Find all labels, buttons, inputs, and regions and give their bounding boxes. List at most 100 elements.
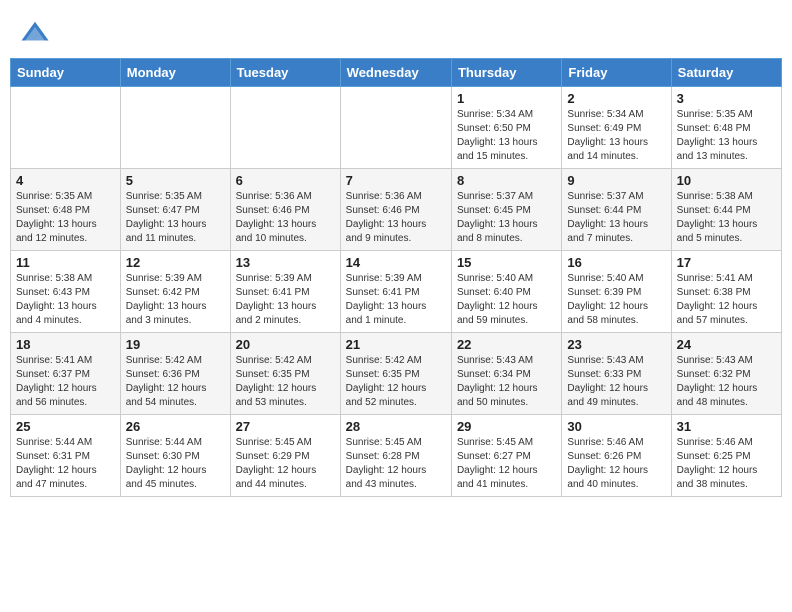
day-number: 14: [346, 255, 446, 270]
day-number: 4: [16, 173, 115, 188]
day-number: 30: [567, 419, 665, 434]
day-number: 29: [457, 419, 556, 434]
day-info: Sunrise: 5:35 AM Sunset: 6:47 PM Dayligh…: [126, 190, 225, 246]
day-cell: 12 Sunrise: 5:39 AM Sunset: 6:42 PM Dayli…: [120, 251, 230, 333]
day-cell: 6 Sunrise: 5:36 AM Sunset: 6:46 PM Daylig…: [230, 169, 340, 251]
page-header: [0, 0, 792, 58]
day-info: Sunrise: 5:34 AM Sunset: 6:49 PM Dayligh…: [567, 108, 665, 164]
day-number: 28: [346, 419, 446, 434]
day-info: Sunrise: 5:42 AM Sunset: 6:35 PM Dayligh…: [236, 354, 335, 410]
day-info: Sunrise: 5:38 AM Sunset: 6:44 PM Dayligh…: [677, 190, 776, 246]
day-number: 26: [126, 419, 225, 434]
day-info: Sunrise: 5:44 AM Sunset: 6:30 PM Dayligh…: [126, 436, 225, 492]
day-cell: 8 Sunrise: 5:37 AM Sunset: 6:45 PM Daylig…: [451, 169, 561, 251]
day-cell: [230, 87, 340, 169]
day-cell: 23Sunrise: 5:43 AM Sunset: 6:33 PM Dayli…: [562, 333, 671, 415]
day-number: 17: [677, 255, 776, 270]
week-row-1: 1 Sunrise: 5:34 AM Sunset: 6:50 PM Daylig…: [11, 87, 782, 169]
day-number: 23: [567, 337, 665, 352]
day-info: Sunrise: 5:39 AM Sunset: 6:41 PM Dayligh…: [236, 272, 335, 328]
day-number: 2: [567, 91, 665, 106]
day-info: Sunrise: 5:45 AM Sunset: 6:29 PM Dayligh…: [236, 436, 335, 492]
day-cell: 17 Sunrise: 5:41 AM Sunset: 6:38 PM Dayli…: [671, 251, 781, 333]
day-number: 1: [457, 91, 556, 106]
day-info: Sunrise: 5:43 AM Sunset: 6:34 PM Dayligh…: [457, 354, 556, 410]
weekday-tuesday: Tuesday: [230, 59, 340, 87]
day-cell: 15Sunrise: 5:40 AM Sunset: 6:40 PM Dayli…: [451, 251, 561, 333]
day-number: 19: [126, 337, 225, 352]
day-number: 12: [126, 255, 225, 270]
week-row-4: 18 Sunrise: 5:41 AM Sunset: 6:37 PM Dayli…: [11, 333, 782, 415]
day-info: Sunrise: 5:36 AM Sunset: 6:46 PM Dayligh…: [346, 190, 446, 246]
day-cell: 5 Sunrise: 5:35 AM Sunset: 6:47 PM Daylig…: [120, 169, 230, 251]
day-info: Sunrise: 5:46 AM Sunset: 6:25 PM Dayligh…: [677, 436, 776, 492]
day-info: Sunrise: 5:45 AM Sunset: 6:27 PM Dayligh…: [457, 436, 556, 492]
day-number: 7: [346, 173, 446, 188]
day-info: Sunrise: 5:37 AM Sunset: 6:44 PM Dayligh…: [567, 190, 665, 246]
day-info: Sunrise: 5:40 AM Sunset: 6:39 PM Dayligh…: [567, 272, 665, 328]
day-info: Sunrise: 5:39 AM Sunset: 6:42 PM Dayligh…: [126, 272, 225, 328]
day-info: Sunrise: 5:36 AM Sunset: 6:46 PM Dayligh…: [236, 190, 335, 246]
day-cell: 28 Sunrise: 5:45 AM Sunset: 6:28 PM Dayli…: [340, 415, 451, 497]
day-info: Sunrise: 5:39 AM Sunset: 6:41 PM Dayligh…: [346, 272, 446, 328]
day-info: Sunrise: 5:34 AM Sunset: 6:50 PM Dayligh…: [457, 108, 556, 164]
day-cell: 27 Sunrise: 5:45 AM Sunset: 6:29 PM Dayli…: [230, 415, 340, 497]
day-cell: 3 Sunrise: 5:35 AM Sunset: 6:48 PM Daylig…: [671, 87, 781, 169]
week-row-5: 25Sunrise: 5:44 AM Sunset: 6:31 PM Dayli…: [11, 415, 782, 497]
weekday-thursday: Thursday: [451, 59, 561, 87]
day-number: 24: [677, 337, 776, 352]
day-info: Sunrise: 5:43 AM Sunset: 6:32 PM Dayligh…: [677, 354, 776, 410]
day-cell: 13 Sunrise: 5:39 AM Sunset: 6:41 PM Dayli…: [230, 251, 340, 333]
day-info: Sunrise: 5:38 AM Sunset: 6:43 PM Dayligh…: [16, 272, 115, 328]
day-number: 3: [677, 91, 776, 106]
day-number: 5: [126, 173, 225, 188]
day-cell: 14 Sunrise: 5:39 AM Sunset: 6:41 PM Dayli…: [340, 251, 451, 333]
weekday-saturday: Saturday: [671, 59, 781, 87]
day-number: 8: [457, 173, 556, 188]
day-cell: 31 Sunrise: 5:46 AM Sunset: 6:25 PM Dayli…: [671, 415, 781, 497]
day-number: 15: [457, 255, 556, 270]
day-cell: [11, 87, 121, 169]
day-cell: 21Sunrise: 5:42 AM Sunset: 6:35 PM Dayli…: [340, 333, 451, 415]
day-cell: [340, 87, 451, 169]
day-number: 9: [567, 173, 665, 188]
day-number: 13: [236, 255, 335, 270]
day-cell: 2 Sunrise: 5:34 AM Sunset: 6:49 PM Daylig…: [562, 87, 671, 169]
day-info: Sunrise: 5:35 AM Sunset: 6:48 PM Dayligh…: [16, 190, 115, 246]
day-info: Sunrise: 5:37 AM Sunset: 6:45 PM Dayligh…: [457, 190, 556, 246]
day-number: 10: [677, 173, 776, 188]
week-row-3: 11 Sunrise: 5:38 AM Sunset: 6:43 PM Dayli…: [11, 251, 782, 333]
day-cell: 9 Sunrise: 5:37 AM Sunset: 6:44 PM Daylig…: [562, 169, 671, 251]
day-info: Sunrise: 5:42 AM Sunset: 6:35 PM Dayligh…: [346, 354, 446, 410]
day-number: 20: [236, 337, 335, 352]
day-cell: 4 Sunrise: 5:35 AM Sunset: 6:48 PM Daylig…: [11, 169, 121, 251]
day-number: 11: [16, 255, 115, 270]
week-row-2: 4 Sunrise: 5:35 AM Sunset: 6:48 PM Daylig…: [11, 169, 782, 251]
day-info: Sunrise: 5:41 AM Sunset: 6:37 PM Dayligh…: [16, 354, 115, 410]
day-number: 31: [677, 419, 776, 434]
day-cell: 25Sunrise: 5:44 AM Sunset: 6:31 PM Dayli…: [11, 415, 121, 497]
day-number: 6: [236, 173, 335, 188]
day-number: 18: [16, 337, 115, 352]
day-cell: 22Sunrise: 5:43 AM Sunset: 6:34 PM Dayli…: [451, 333, 561, 415]
day-info: Sunrise: 5:45 AM Sunset: 6:28 PM Dayligh…: [346, 436, 446, 492]
day-cell: 20 Sunrise: 5:42 AM Sunset: 6:35 PM Dayli…: [230, 333, 340, 415]
day-cell: 10 Sunrise: 5:38 AM Sunset: 6:44 PM Dayli…: [671, 169, 781, 251]
day-cell: 29 Sunrise: 5:45 AM Sunset: 6:27 PM Dayli…: [451, 415, 561, 497]
day-info: Sunrise: 5:46 AM Sunset: 6:26 PM Dayligh…: [567, 436, 665, 492]
day-cell: [120, 87, 230, 169]
weekday-header-row: SundayMondayTuesdayWednesdayThursdayFrid…: [11, 59, 782, 87]
day-cell: 7 Sunrise: 5:36 AM Sunset: 6:46 PM Daylig…: [340, 169, 451, 251]
day-number: 27: [236, 419, 335, 434]
weekday-sunday: Sunday: [11, 59, 121, 87]
day-number: 16: [567, 255, 665, 270]
day-info: Sunrise: 5:41 AM Sunset: 6:38 PM Dayligh…: [677, 272, 776, 328]
weekday-wednesday: Wednesday: [340, 59, 451, 87]
day-cell: 18 Sunrise: 5:41 AM Sunset: 6:37 PM Dayli…: [11, 333, 121, 415]
day-info: Sunrise: 5:35 AM Sunset: 6:48 PM Dayligh…: [677, 108, 776, 164]
weekday-friday: Friday: [562, 59, 671, 87]
day-cell: 1 Sunrise: 5:34 AM Sunset: 6:50 PM Daylig…: [451, 87, 561, 169]
day-cell: 19Sunrise: 5:42 AM Sunset: 6:36 PM Dayli…: [120, 333, 230, 415]
day-info: Sunrise: 5:44 AM Sunset: 6:31 PM Dayligh…: [16, 436, 115, 492]
day-cell: 26 Sunrise: 5:44 AM Sunset: 6:30 PM Dayli…: [120, 415, 230, 497]
